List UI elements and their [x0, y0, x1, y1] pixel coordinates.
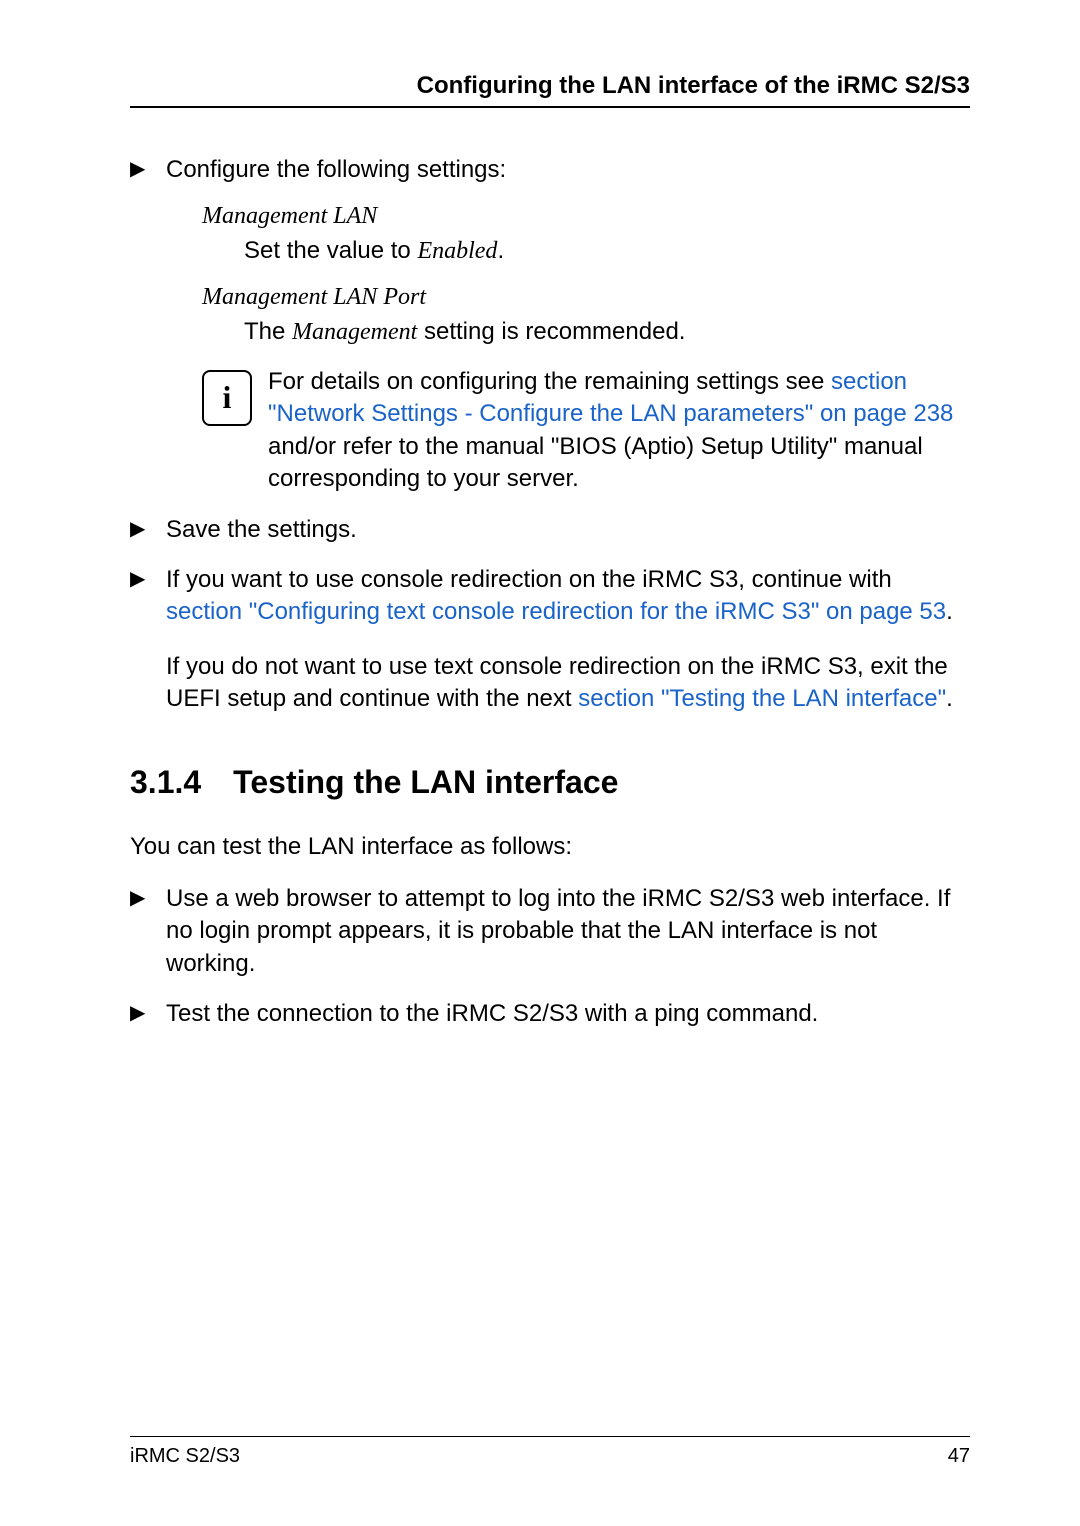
step-text: If you want to use console redirection o… — [166, 566, 953, 625]
page-footer: iRMC S2/S3 47 — [130, 1436, 970, 1468]
desc-management-lan-port: The Management setting is recommended. — [244, 316, 970, 348]
step-save-settings: ▶ Save the settings. — [130, 514, 970, 546]
bullet-icon: ▶ — [130, 516, 145, 543]
bullet-icon: ▶ — [130, 1000, 145, 1027]
followup-paragraph: If you do not want to use text console r… — [166, 651, 970, 716]
footer-page-number: 47 — [948, 1445, 970, 1468]
section-intro: You can test the LAN interface as follow… — [130, 831, 970, 863]
step-text: Configure the following settings: — [166, 156, 506, 183]
section-number: 3.1.4 — [130, 761, 201, 804]
test-step-web-browser: ▶ Use a web browser to attempt to log in… — [130, 883, 970, 980]
step-configure-settings: ▶ Configure the following settings: Mana… — [130, 154, 970, 496]
step-text: Save the settings. — [166, 516, 357, 543]
bullet-icon: ▶ — [130, 156, 145, 183]
test-step-ping: ▶ Test the connection to the iRMC S2/S3 … — [130, 998, 970, 1030]
step-text: Test the connection to the iRMC S2/S3 wi… — [166, 1000, 818, 1027]
section-title-text: Testing the LAN interface — [233, 764, 618, 800]
link-configuring-text-console[interactable]: section "Configuring text console redire… — [166, 598, 946, 625]
section-heading: 3.1.4 Testing the LAN interface — [130, 761, 970, 804]
term-management-lan-port: Management LAN Port — [202, 281, 970, 313]
settings-definition-list: Management LAN Set the value to Enabled.… — [202, 200, 970, 348]
bullet-icon: ▶ — [130, 885, 145, 912]
info-note: i For details on configuring the remaini… — [202, 366, 970, 496]
info-icon: i — [202, 370, 252, 426]
page-body: ▶ Configure the following settings: Mana… — [130, 154, 970, 1031]
step-console-redirection: ▶ If you want to use console redirection… — [130, 564, 970, 716]
term-management-lan: Management LAN — [202, 200, 970, 232]
bullet-icon: ▶ — [130, 566, 145, 593]
info-text: For details on configuring the remaining… — [268, 366, 970, 496]
link-testing-lan-interface[interactable]: section "Testing the LAN interface" — [578, 685, 946, 712]
desc-management-lan: Set the value to Enabled. — [244, 235, 970, 267]
running-header: Configuring the LAN interface of the iRM… — [130, 72, 970, 108]
footer-left: iRMC S2/S3 — [130, 1445, 240, 1468]
step-text: Use a web browser to attempt to log into… — [166, 885, 950, 977]
